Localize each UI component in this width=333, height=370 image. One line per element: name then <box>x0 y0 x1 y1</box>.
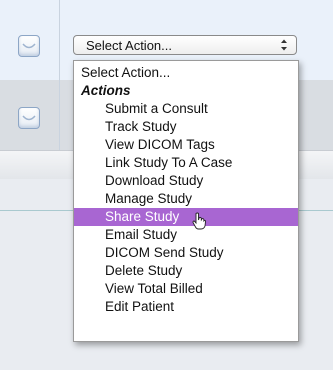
row-checkbox-icon[interactable] <box>18 35 40 57</box>
option-submit-consult[interactable]: Submit a Consult <box>74 100 298 118</box>
option-share-study-label: Share Study <box>105 209 180 224</box>
option-share-study[interactable]: Share Study <box>74 208 298 230</box>
option-track-study[interactable]: Track Study <box>74 118 298 136</box>
row-checkbox-icon[interactable] <box>18 107 40 129</box>
column-divider <box>59 0 60 150</box>
option-edit-patient[interactable]: Edit Patient <box>74 298 298 316</box>
option-manage-study[interactable]: Manage Study <box>74 190 298 208</box>
option-delete-study[interactable]: Delete Study <box>74 262 298 280</box>
option-dicom-send-study[interactable]: DICOM Send Study <box>74 244 298 262</box>
action-select-value: Select Action... <box>86 38 172 53</box>
option-download-study[interactable]: Download Study <box>74 172 298 190</box>
action-select[interactable]: Select Action... <box>73 35 297 55</box>
action-dropdown-menu: Select Action... Actions Submit a Consul… <box>73 60 299 342</box>
option-link-study-to-case[interactable]: Link Study To A Case <box>74 154 298 172</box>
option-view-total-billed[interactable]: View Total Billed <box>74 280 298 298</box>
option-select-action[interactable]: Select Action... <box>74 64 298 82</box>
option-email-study[interactable]: Email Study <box>74 226 298 244</box>
option-group-actions: Actions <box>81 83 131 98</box>
up-down-arrows-icon <box>281 39 287 51</box>
option-view-dicom-tags[interactable]: View DICOM Tags <box>74 136 298 154</box>
